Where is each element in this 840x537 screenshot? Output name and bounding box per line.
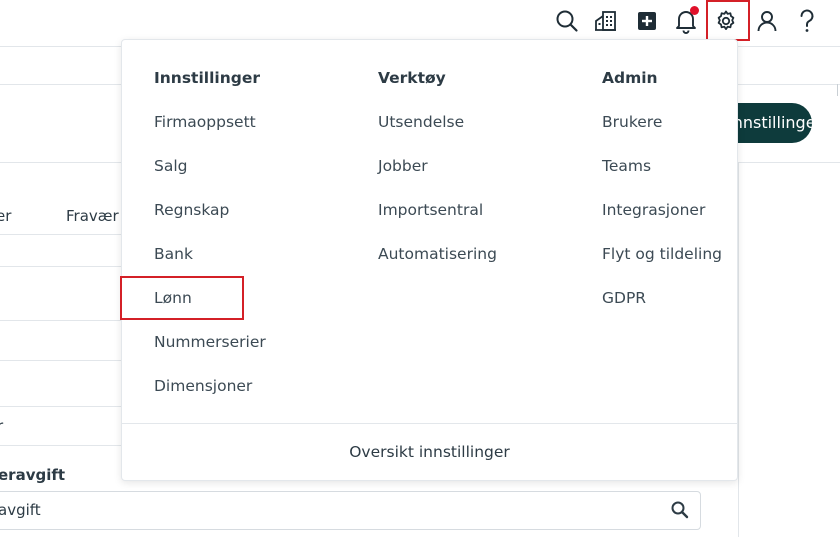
menu-heading-verktoy: Verktøy — [378, 69, 446, 87]
menu-divider — [122, 423, 737, 424]
menu-item-salg[interactable]: Salg — [154, 157, 187, 175]
tab-partial[interactable]: er — [0, 207, 11, 225]
menu-item-teams[interactable]: Teams — [602, 157, 651, 175]
user-icon[interactable] — [750, 4, 784, 38]
right-panel-divider — [738, 162, 739, 537]
search-icon[interactable] — [550, 4, 584, 38]
menu-item-dimensjoner[interactable]: Dimensjoner — [154, 377, 252, 395]
menu-item-automatisering[interactable]: Automatisering — [378, 245, 497, 263]
search-field[interactable] — [0, 491, 701, 530]
table-divider — [0, 234, 121, 235]
menu-heading-innstillinger: Innstillinger — [154, 69, 261, 87]
menu-item-jobber[interactable]: Jobber — [378, 157, 428, 175]
menu-item-gdpr[interactable]: GDPR — [602, 289, 646, 307]
menu-item-firmaoppsett[interactable]: Firmaoppsett — [154, 113, 256, 131]
page: Innstillinger er Fravær r eravgift avgif… — [0, 0, 840, 537]
tab-fravaer[interactable]: Fravær — [66, 207, 119, 225]
settings-dropdown-menu: Innstillinger Firmaoppsett Salg Regnskap… — [121, 39, 738, 481]
menu-item-flyt-og-tildeling[interactable]: Flyt og tildeling — [602, 245, 722, 263]
search-icon[interactable] — [670, 500, 690, 524]
table-divider — [0, 406, 121, 407]
table-divider — [0, 266, 121, 267]
table-divider — [0, 360, 121, 361]
section-label-partial: eravgift — [0, 466, 66, 484]
help-icon[interactable] — [790, 4, 824, 38]
scroll-edge — [837, 84, 838, 96]
notification-dot — [690, 6, 699, 15]
company-icon[interactable] — [589, 4, 623, 38]
gear-icon[interactable] — [709, 4, 743, 38]
table-divider — [0, 320, 121, 321]
menu-item-lonn[interactable]: Lønn — [154, 289, 192, 307]
menu-item-utsendelse[interactable]: Utsendelse — [378, 113, 464, 131]
menu-item-nummerserier[interactable]: Nummerserier — [154, 333, 266, 351]
table-divider — [0, 445, 121, 446]
overview-settings-link[interactable]: Oversikt innstillinger — [122, 443, 737, 461]
menu-heading-admin: Admin — [602, 69, 658, 87]
search-field-value: avgift — [0, 501, 41, 519]
menu-item-brukere[interactable]: Brukere — [602, 113, 662, 131]
menu-item-importsentral[interactable]: Importsentral — [378, 201, 483, 219]
menu-item-regnskap[interactable]: Regnskap — [154, 201, 229, 219]
plus-square-icon[interactable] — [630, 4, 664, 38]
menu-item-bank[interactable]: Bank — [154, 245, 193, 263]
row-label-partial: r — [0, 417, 4, 435]
menu-item-integrasjoner[interactable]: Integrasjoner — [602, 201, 705, 219]
